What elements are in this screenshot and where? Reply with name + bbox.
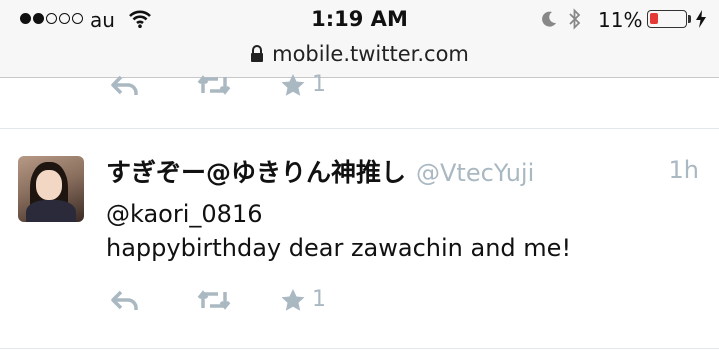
avatar[interactable] [18, 156, 84, 222]
retweet-button[interactable] [196, 288, 232, 312]
display-name[interactable]: すぎぞー@ゆきりん神推し [106, 158, 406, 187]
tweet[interactable]: すぎぞー@ゆきりん神推し @VtecYuji 1h @kaori_0816 hap… [0, 129, 719, 349]
favorite-count: 1 [312, 287, 326, 312]
favorite-count: 1 [312, 72, 326, 97]
retweet-button[interactable] [196, 73, 232, 97]
tweet-action-bar: 1 [110, 287, 326, 312]
tweet-divider [0, 348, 719, 349]
previous-tweet-actions: 1 [0, 72, 719, 128]
reply-button[interactable] [110, 289, 140, 311]
tweet-timestamp[interactable]: 1h [669, 156, 699, 184]
bluetooth-icon [568, 8, 582, 34]
tweet-author[interactable]: すぎぞー@ゆきりん神推し @VtecYuji [106, 153, 534, 189]
url-display[interactable]: mobile.twitter.com [0, 42, 719, 68]
avatar-face [36, 170, 62, 200]
battery-level-fill [650, 13, 658, 24]
star-icon [281, 288, 305, 311]
reply-icon [111, 290, 138, 310]
mention-link[interactable]: @kaori_0816 [106, 197, 571, 231]
url-text: mobile.twitter.com [272, 42, 469, 66]
battery-percentage: 11% [598, 8, 643, 32]
star-icon [281, 73, 305, 96]
tweet-text: happybirthday dear zawachin and me! [106, 234, 572, 262]
retweet-icon [197, 74, 231, 95]
reply-icon [111, 75, 138, 95]
battery-icon [647, 10, 687, 28]
charging-bolt-icon [695, 9, 707, 33]
retweet-icon [197, 289, 231, 310]
status-bar: au 1:19 AM 11% [0, 0, 719, 40]
lock-icon [250, 44, 264, 68]
previous-tweet-action-bar: 1 [110, 72, 326, 97]
avatar-body [26, 200, 76, 222]
favorite-button[interactable]: 1 [280, 287, 326, 312]
reply-button[interactable] [110, 74, 140, 96]
user-handle[interactable]: @VtecYuji [416, 159, 534, 187]
battery-cap [688, 15, 691, 23]
favorite-button[interactable]: 1 [280, 72, 326, 97]
browser-address-bar[interactable]: mobile.twitter.com [0, 40, 719, 78]
tweet-body: @kaori_0816 happybirthday dear zawachin … [106, 197, 571, 265]
do-not-disturb-moon-icon [540, 10, 558, 32]
